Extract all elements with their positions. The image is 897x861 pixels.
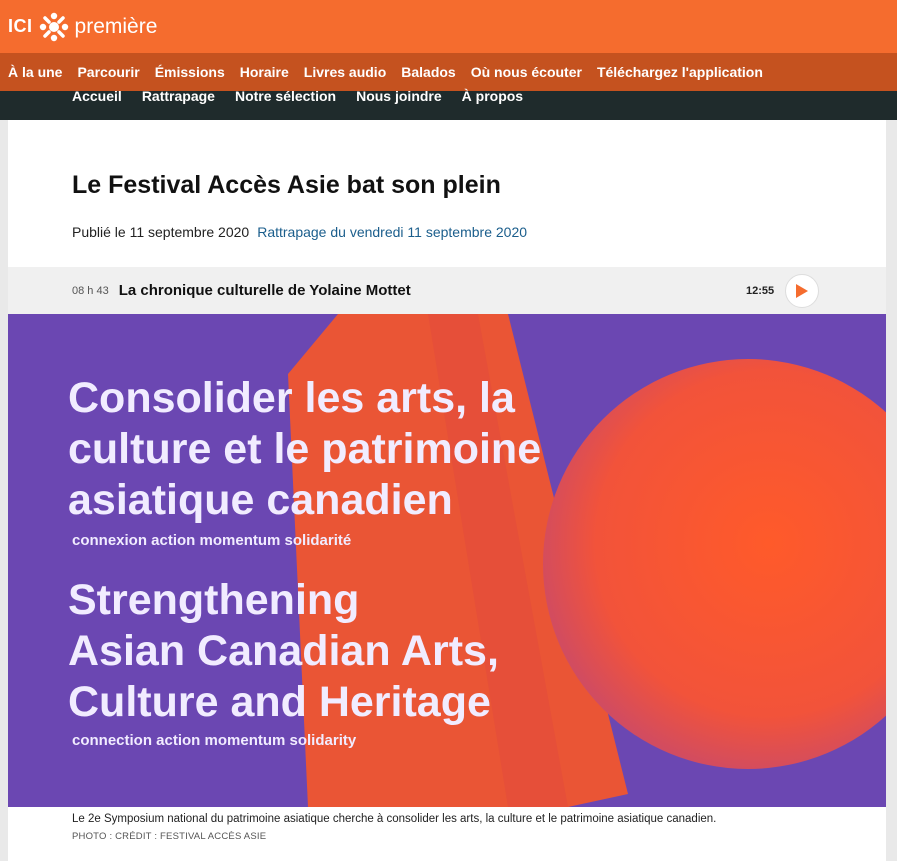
nav-emissions[interactable]: Émissions <box>155 64 225 80</box>
segment-title[interactable]: La chronique culturelle de Yolaine Motte… <box>119 282 411 299</box>
article-meta: Publié le 11 septembre 2020 Rattrapage du… <box>72 224 527 240</box>
main-navigation: À la une Parcourir Émissions Horaire Liv… <box>0 53 897 91</box>
nav-balados[interactable]: Balados <box>401 64 455 80</box>
nav-ou-nous-ecouter[interactable]: Où nous écouter <box>471 64 582 80</box>
play-icon <box>796 284 808 298</box>
play-button[interactable] <box>785 274 819 308</box>
article-title: Le Festival Accès Asie bat son plein <box>72 171 501 199</box>
hero-image: Consolider les arts, la culture et le pa… <box>8 314 886 807</box>
nav-telechargez-application[interactable]: Téléchargez l'application <box>597 64 763 80</box>
catchup-link[interactable]: Rattrapage du vendredi 11 septembre 2020 <box>257 224 527 240</box>
radio-canada-logo-icon[interactable] <box>39 12 69 42</box>
hero-fr-line-2: culture et le patrimoine <box>68 425 542 473</box>
subnav-notre-selection[interactable]: Notre sélection <box>235 89 336 103</box>
hero-en-line-2: Asian Canadian Arts, <box>68 627 499 675</box>
subnav-a-propos[interactable]: À propos <box>462 89 523 103</box>
published-date: Publié le 11 septembre 2020 <box>72 224 250 240</box>
segment-time: 08 h 43 <box>72 284 109 297</box>
hero-en-line-3: Culture and Heritage <box>68 678 491 726</box>
article-content: Le Festival Accès Asie bat son plein Pub… <box>8 120 886 861</box>
nav-horaire[interactable]: Horaire <box>240 64 289 80</box>
hero-en-line-1: Strengthening <box>68 576 360 624</box>
brand-ici[interactable]: ICI <box>8 16 33 37</box>
image-caption: Le 2e Symposium national du patrimoine a… <box>72 813 717 825</box>
hero-en-tags: connection action momentum solidarity <box>72 732 357 749</box>
nav-a-la-une[interactable]: À la une <box>8 64 62 80</box>
segment-duration: 12:55 <box>746 285 775 297</box>
hero-fr-line-1: Consolider les arts, la <box>68 374 515 422</box>
image-credit: PHOTO : CRÉDIT : FESTIVAL ACCÈS ASIE <box>72 831 267 842</box>
hero-fr-tags: connexion action momentum solidarité <box>72 532 352 549</box>
subnav-accueil[interactable]: Accueil <box>72 89 122 103</box>
show-sub-navigation: Accueil Rattrapage Notre sélection Nous … <box>0 89 897 120</box>
audio-segment-row[interactable]: 08 h 43 La chronique culturelle de Yolai… <box>8 267 886 314</box>
hero-fr-line-3: asiatique canadien <box>68 476 453 524</box>
nav-parcourir[interactable]: Parcourir <box>77 64 139 80</box>
top-header: ICI première <box>0 0 897 53</box>
subnav-nous-joindre[interactable]: Nous joindre <box>356 89 442 103</box>
subnav-rattrapage[interactable]: Rattrapage <box>142 89 215 103</box>
brand-premiere[interactable]: première <box>75 15 158 39</box>
nav-livres-audio[interactable]: Livres audio <box>304 64 386 80</box>
